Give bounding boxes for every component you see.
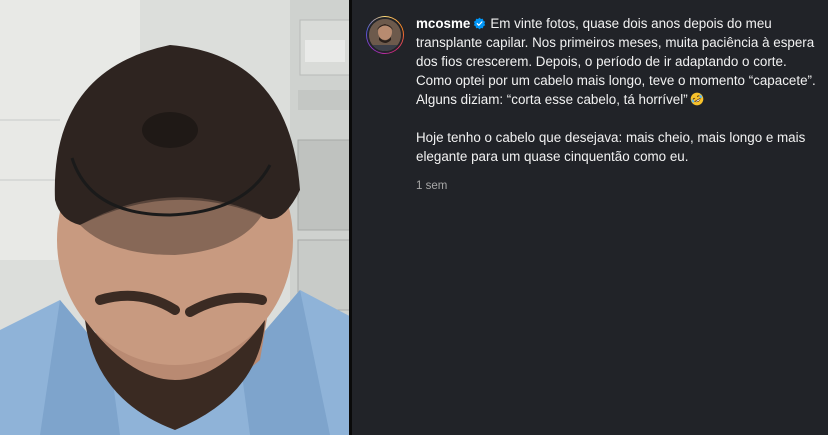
caption-paragraph-2: Hoje tenho o cabelo que desejava: mais c… — [416, 130, 810, 164]
instagram-post-view: mcosme Em vinte fotos, quase dois anos de… — [0, 0, 828, 435]
caption-comment: mcosme Em vinte fotos, quase dois anos de… — [366, 14, 818, 192]
timestamp[interactable]: 1 sem — [416, 180, 818, 192]
verified-badge-icon — [474, 17, 486, 30]
rolling-on-floor-laughing-emoji-icon — [690, 92, 703, 106]
comment-body: mcosme Em vinte fotos, quase dois anos de… — [416, 14, 818, 192]
caption-text: mcosme Em vinte fotos, quase dois anos de… — [416, 14, 818, 109]
username-link[interactable]: mcosme — [416, 16, 470, 31]
story-ring[interactable] — [366, 16, 404, 54]
post-photo-illustration — [0, 0, 350, 435]
comments-panel: mcosme Em vinte fotos, quase dois anos de… — [352, 0, 828, 435]
post-photo[interactable] — [0, 0, 350, 435]
avatar-image — [369, 19, 401, 51]
avatar[interactable] — [367, 17, 403, 53]
